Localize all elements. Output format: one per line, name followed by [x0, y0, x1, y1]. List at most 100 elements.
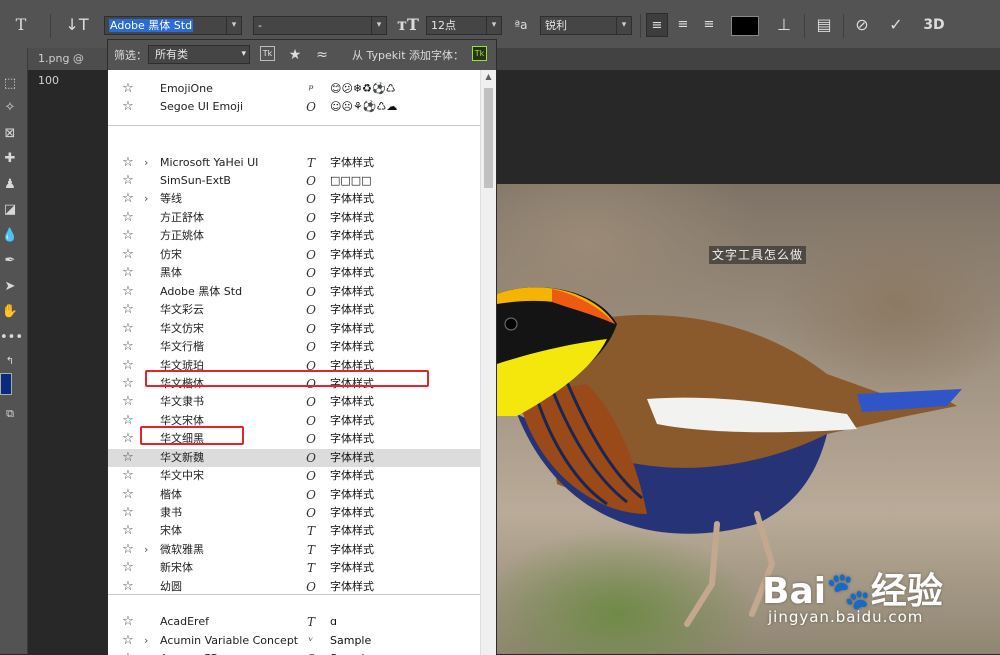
favorite-star-icon[interactable]: ☆	[120, 320, 136, 338]
favorite-star-icon[interactable]: ☆	[120, 80, 136, 98]
star-icon[interactable]: ★	[286, 46, 304, 64]
favorite-star-icon[interactable]: ☆	[120, 283, 136, 301]
font-size-select[interactable]: 12点 ▾	[426, 16, 502, 35]
font-style-select[interactable]: - ▾	[253, 16, 387, 35]
character-panel-icon[interactable]: ▤	[812, 13, 836, 37]
favorite-star-icon[interactable]: ☆	[120, 504, 136, 522]
favorite-star-icon[interactable]: ☆	[120, 190, 136, 208]
favorite-star-icon[interactable]: ☆	[120, 393, 136, 411]
font-row[interactable]: ☆ › Agency FBO Sample	[108, 650, 480, 655]
swap-colors-icon[interactable]: ↰	[0, 352, 20, 372]
favorite-star-icon[interactable]: ☆	[120, 559, 136, 577]
text-color-swatch[interactable]	[731, 16, 759, 36]
favorite-star-icon[interactable]: ☆	[120, 301, 136, 319]
foreground-color-swatch[interactable]	[0, 373, 12, 395]
font-row[interactable]: ☆ AcadEref Tɑ	[108, 613, 480, 631]
path-select-icon[interactable]: ➤	[0, 277, 20, 297]
font-row[interactable]: ☆ 华文新魏 O 字体样式	[108, 449, 480, 467]
scrollbar-thumb[interactable]	[484, 88, 493, 188]
healing-brush-icon[interactable]: ✚	[0, 149, 20, 169]
frame-icon[interactable]: ⊠	[0, 124, 20, 144]
font-row[interactable]: ☆ EmojiOne ᵖ 😊😕❄♻⚽♺	[108, 80, 480, 98]
font-row[interactable]: ☆ › Microsoft YaHei UI T 字体样式	[108, 154, 480, 172]
font-row[interactable]: ☆ 仿宋 O 字体样式	[108, 246, 480, 264]
antialias-select[interactable]: 锐利 ▾	[540, 16, 632, 35]
3d-button[interactable]: 3D	[920, 13, 948, 37]
favorite-star-icon[interactable]: ☆	[120, 541, 136, 559]
favorite-star-icon[interactable]: ☆	[120, 98, 136, 116]
favorite-star-icon[interactable]: ☆	[120, 650, 136, 655]
chevron-down-icon[interactable]: ▾	[226, 17, 241, 34]
chevron-down-icon[interactable]: ▾	[486, 17, 501, 34]
marquee-icon[interactable]: ⬚	[0, 74, 20, 94]
font-row[interactable]: ☆ 华文彩云 O 字体样式	[108, 301, 480, 319]
magic-wand-icon[interactable]: ✧	[0, 98, 20, 118]
favorite-star-icon[interactable]: ☆	[120, 522, 136, 540]
pen-icon[interactable]: ✒	[0, 251, 20, 271]
expand-chevron-icon[interactable]: ›	[144, 541, 154, 559]
favorite-star-icon[interactable]: ☆	[120, 449, 136, 467]
cancel-icon[interactable]: ⊘	[850, 13, 874, 37]
font-row[interactable]: ☆ › 微软雅黑 T 字体样式	[108, 541, 480, 559]
favorite-star-icon[interactable]: ☆	[120, 486, 136, 504]
expand-chevron-icon[interactable]: ›	[144, 190, 154, 208]
expand-chevron-icon[interactable]: ›	[144, 632, 154, 650]
favorite-star-icon[interactable]: ☆	[120, 172, 136, 190]
font-row[interactable]: ☆ 黑体 O 字体样式	[108, 264, 480, 282]
favorite-star-icon[interactable]: ☆	[120, 430, 136, 448]
font-row[interactable]: ☆ 隶书 O 字体样式	[108, 504, 480, 522]
stamp-icon[interactable]: ♟	[0, 175, 20, 195]
font-row[interactable]: ☆ › 等线 O 字体样式	[108, 190, 480, 208]
blur-icon[interactable]: 💧	[0, 226, 20, 246]
chevron-down-icon[interactable]: ▾	[371, 17, 386, 34]
align-left-icon[interactable]: ≡	[646, 13, 668, 37]
font-row[interactable]: ☆ 华文行楷 O 字体样式	[108, 338, 480, 356]
typekit-filter-icon[interactable]: Tk	[260, 46, 275, 61]
font-row[interactable]: ☆ 方正姚体 O 字体样式	[108, 227, 480, 245]
favorite-star-icon[interactable]: ☆	[120, 209, 136, 227]
filter-class-select[interactable]: 所有类 ▾	[148, 45, 250, 64]
favorite-star-icon[interactable]: ☆	[120, 357, 136, 375]
font-row[interactable]: ☆ 楷体 O 字体样式	[108, 486, 480, 504]
more-tools-icon[interactable]: •••	[0, 328, 23, 348]
font-row[interactable]: ☆ 华文隶书 O 字体样式	[108, 393, 480, 411]
hand-icon[interactable]: ✋	[0, 302, 20, 322]
align-center-icon[interactable]: ≡	[672, 13, 694, 37]
expand-chevron-icon[interactable]: ›	[144, 650, 154, 655]
warp-text-icon[interactable]: ⊥	[772, 13, 796, 37]
font-row[interactable]: ☆ 华文中宋 O 字体样式	[108, 467, 480, 485]
orientation-toggle-icon[interactable]: ↓T	[64, 13, 90, 37]
favorite-star-icon[interactable]: ☆	[120, 154, 136, 172]
favorite-star-icon[interactable]: ☆	[120, 467, 136, 485]
favorite-star-icon[interactable]: ☆	[120, 338, 136, 356]
scroll-up-icon[interactable]: ▲	[481, 70, 496, 84]
font-row[interactable]: ☆ SimSun-ExtB O □□□□	[108, 172, 480, 190]
favorite-star-icon[interactable]: ☆	[120, 632, 136, 650]
document-tab[interactable]: 1.png @ 100	[28, 48, 108, 87]
font-row[interactable]: ☆ 方正舒体 O 字体样式	[108, 209, 480, 227]
chevron-down-icon[interactable]: ▾	[241, 46, 246, 63]
commit-icon[interactable]: ✓	[884, 13, 908, 37]
favorite-star-icon[interactable]: ☆	[120, 227, 136, 245]
typekit-add-icon[interactable]: Tk	[472, 46, 487, 61]
expand-chevron-icon[interactable]: ›	[144, 154, 154, 172]
font-row[interactable]: ☆ Segoe UI Emoji O ☺☹⚘⚽♺☁	[108, 98, 480, 116]
font-row[interactable]: ☆ 华文仿宋 O 字体样式	[108, 320, 480, 338]
eraser-icon[interactable]: ◪	[0, 200, 20, 220]
font-family-select[interactable]: Adobe 黑体 Std ▾	[104, 16, 242, 35]
font-list-scrollbar[interactable]: ▲	[480, 70, 496, 655]
align-right-icon[interactable]: ≡	[698, 13, 720, 37]
font-row[interactable]: ☆ Adobe 黑体 Std O 字体样式	[108, 283, 480, 301]
font-row[interactable]: ☆ 宋体 T 字体样式	[108, 522, 480, 540]
bird-photo[interactable]: 文字工具怎么做 Bai🐾经验 jingyan.baidu.com	[497, 184, 1000, 654]
font-row[interactable]: ☆ › Acumin Variable Concept ᵛ Sample	[108, 632, 480, 650]
favorite-star-icon[interactable]: ☆	[120, 246, 136, 264]
favorite-star-icon[interactable]: ☆	[120, 613, 136, 631]
font-row[interactable]: ☆ 新宋体 T 字体样式	[108, 559, 480, 577]
quick-mask-icon[interactable]: ⧉	[0, 404, 20, 424]
type-tool-icon[interactable]: T	[8, 13, 34, 37]
favorite-star-icon[interactable]: ☆	[120, 412, 136, 430]
chevron-down-icon[interactable]: ▾	[616, 17, 631, 34]
approx-icon[interactable]: ≈	[313, 46, 331, 64]
photo-caption-text[interactable]: 文字工具怎么做	[709, 246, 807, 264]
